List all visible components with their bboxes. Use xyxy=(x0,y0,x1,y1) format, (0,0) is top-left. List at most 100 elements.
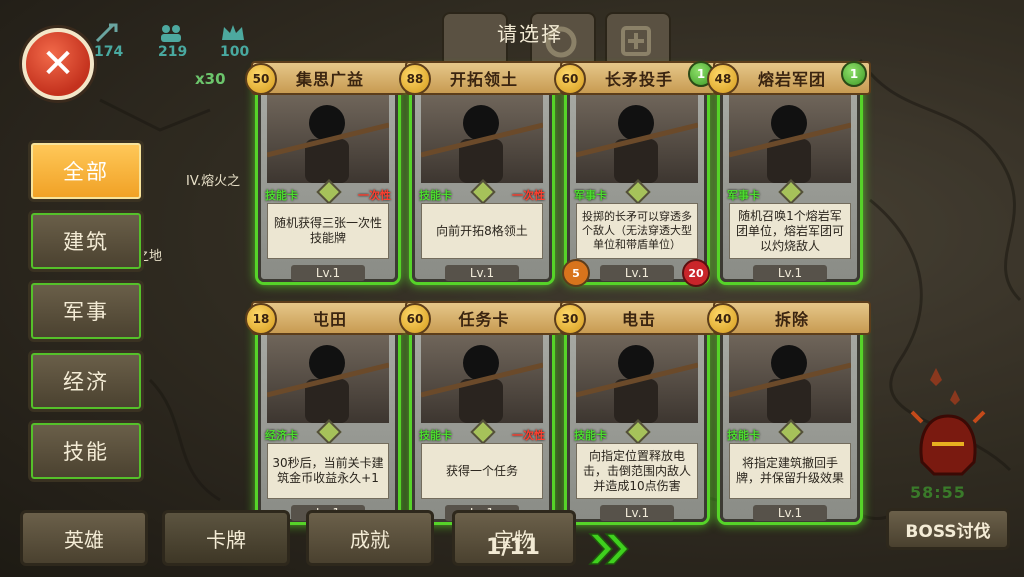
stickman-art xyxy=(576,105,698,183)
resource-crown-value: 100 xyxy=(220,44,250,60)
card-once-tag: 一次性 xyxy=(512,189,545,202)
sidebar-item-label: 技能 xyxy=(63,440,109,464)
stickman-art xyxy=(729,345,851,423)
card-cost: 88 xyxy=(399,63,431,95)
card-cost: 48 xyxy=(707,63,739,95)
sidebar-item-label: 建筑 xyxy=(63,230,109,254)
sidebar-item-all[interactable]: 全部 xyxy=(28,140,144,202)
card-art xyxy=(576,335,698,423)
card-description: 获得一个任务 xyxy=(421,443,543,499)
sidebar-item-building[interactable]: 建筑 xyxy=(28,210,144,272)
sidebar-item-military[interactable]: 军事 xyxy=(28,280,144,342)
card-gem-icon xyxy=(316,419,342,445)
boss-timer: 58:55 xyxy=(910,483,966,502)
card-tuntian[interactable]: 屯田 18 经济卡 30秒后，当前关卡建筑金币收益永久+1 Lv.1 xyxy=(245,301,409,522)
page-indicator: 1/11 xyxy=(486,535,540,560)
card-description: 投掷的长矛可以穿透多个敌人（无法穿透大型单位和带盾单位） xyxy=(576,203,698,259)
card-gem-icon xyxy=(778,419,804,445)
attack-stat: 5 xyxy=(562,259,590,287)
card-art xyxy=(267,335,389,423)
card-once-tag: 一次性 xyxy=(512,429,545,442)
stickman-art xyxy=(421,345,543,423)
card-type: 军事卡 xyxy=(727,189,760,202)
tab-achievements[interactable]: 成就 xyxy=(306,510,434,566)
card-cost: 60 xyxy=(554,63,586,95)
sidebar-item-skill[interactable]: 技能 xyxy=(28,420,144,482)
tab-hero[interactable]: 英雄 xyxy=(20,510,148,566)
tab-cards[interactable]: 卡牌 xyxy=(162,510,290,566)
card-cost: 60 xyxy=(399,303,431,335)
card-description: 向指定位置释放电击，击倒范围内敌人并造成10点伤害 xyxy=(576,443,698,499)
stickman-art xyxy=(267,105,389,183)
card-type: 技能卡 xyxy=(419,189,452,202)
card-rongyan-juntuan[interactable]: 熔岩军团 48 1 军事卡 随机召唤1个熔岩军团单位，熔岩军团可以灼烧敌人 Lv… xyxy=(707,61,871,282)
hud-slot-add xyxy=(605,12,671,68)
dialog-title: 请选择 xyxy=(497,22,563,46)
card-gem-icon xyxy=(778,179,804,205)
card-art xyxy=(576,95,698,183)
card-level: Lv.1 xyxy=(445,265,519,281)
card-cost: 50 xyxy=(245,63,277,95)
sidebar-item-label: 全部 xyxy=(63,160,109,184)
tab-label: 成就 xyxy=(350,527,390,552)
card-type: 军事卡 xyxy=(574,189,607,202)
card-renwu[interactable]: 任务卡 60 技能卡 一次性 获得一个任务 Lv.1 xyxy=(399,301,563,522)
card-count-badge: 1 xyxy=(841,61,867,87)
resource-soldiers-value: 219 xyxy=(158,44,188,60)
card-level: Lv.1 xyxy=(291,265,365,281)
card-gem-icon xyxy=(470,419,496,445)
card-art xyxy=(729,335,851,423)
card-level: Lv.1 xyxy=(600,505,674,521)
tab-label: 卡牌 xyxy=(206,527,246,552)
close-button[interactable]: ✕ xyxy=(22,28,94,100)
card-gem-icon xyxy=(625,419,651,445)
card-cost: 30 xyxy=(554,303,586,335)
soldiers-icon xyxy=(161,25,181,42)
sword-icon xyxy=(95,23,118,43)
next-page-button[interactable] xyxy=(588,532,630,566)
card-type: 经济卡 xyxy=(265,429,298,442)
card-gem-icon xyxy=(470,179,496,205)
hp-stat: 20 xyxy=(682,259,710,287)
multiplier-label: x30 xyxy=(195,70,226,88)
card-dianji[interactable]: 电击 30 技能卡 向指定位置释放电击，击倒范围内敌人并造成10点伤害 Lv.1 xyxy=(554,301,718,522)
card-changmao-toushou[interactable]: 长矛投手 60 1 军事卡 投掷的长矛可以穿透多个敌人（无法穿透大型单位和带盾单… xyxy=(554,61,718,287)
card-description: 向前开拓8格领土 xyxy=(421,203,543,259)
card-level: Lv.1 xyxy=(600,265,674,281)
card-level: Lv.1 xyxy=(753,265,827,281)
card-level: Lv.1 xyxy=(753,505,827,521)
card-description: 将指定建筑撤回手牌，并保留升级效果 xyxy=(729,443,851,499)
card-type: 技能卡 xyxy=(574,429,607,442)
sidebar-item-label: 军事 xyxy=(63,300,109,324)
card-description: 随机召唤1个熔岩军团单位，熔岩军团可以灼烧敌人 xyxy=(729,203,851,259)
card-art xyxy=(267,95,389,183)
card-cost: 18 xyxy=(245,303,277,335)
card-description: 30秒后，当前关卡建筑金币收益永久+1 xyxy=(267,443,389,499)
card-gem-icon xyxy=(316,179,342,205)
boss-helmet-icon xyxy=(910,410,986,476)
card-art xyxy=(421,95,543,183)
stickman-art xyxy=(421,105,543,183)
card-type: 技能卡 xyxy=(265,189,298,202)
card-cost: 40 xyxy=(707,303,739,335)
card-description: 随机获得三张一次性技能牌 xyxy=(267,203,389,259)
sidebar-item-economy[interactable]: 经济 xyxy=(28,350,144,412)
card-once-tag: 一次性 xyxy=(358,189,391,202)
tab-label: 英雄 xyxy=(64,527,104,552)
card-jisi-guangyi[interactable]: 集思广益 50 技能卡 一次性 随机获得三张一次性技能牌 Lv.1 xyxy=(245,61,409,282)
stickman-art xyxy=(576,345,698,423)
stickman-art xyxy=(267,345,389,423)
card-art xyxy=(421,335,543,423)
card-type: 技能卡 xyxy=(727,429,760,442)
card-gem-icon xyxy=(625,179,651,205)
boss-battle-label: BOSS讨伐 xyxy=(905,521,991,542)
card-type: 技能卡 xyxy=(419,429,452,442)
close-icon: ✕ xyxy=(41,41,75,87)
sidebar-item-label: 经济 xyxy=(63,370,109,394)
plus-icon xyxy=(621,26,651,56)
resource-sword-value: 174 xyxy=(94,44,124,60)
card-chaichu[interactable]: 拆除 40 技能卡 将指定建筑撤回手牌，并保留升级效果 Lv.1 xyxy=(707,301,871,522)
crown-icon xyxy=(222,25,244,40)
card-kaituo-lingtu[interactable]: 开拓领土 88 技能卡 一次性 向前开拓8格领土 Lv.1 xyxy=(399,61,563,282)
boss-battle-button[interactable]: BOSS讨伐 xyxy=(886,508,1010,550)
